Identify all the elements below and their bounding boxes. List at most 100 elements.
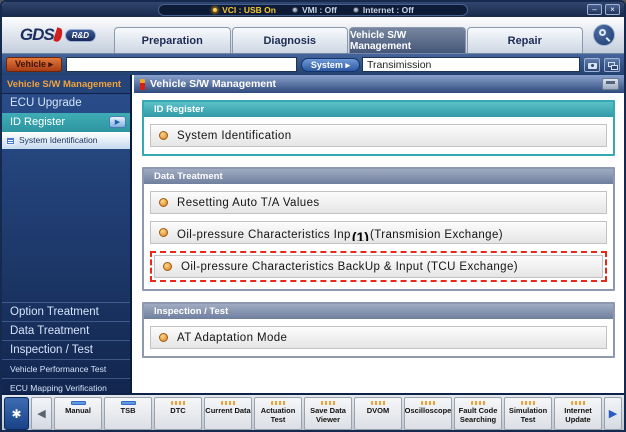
- vci-status-led-icon: [212, 7, 218, 13]
- close-button[interactable]: ×: [605, 4, 620, 15]
- vmi-status-led-icon: [292, 7, 298, 13]
- window-layout-button[interactable]: [604, 58, 620, 72]
- prev-arrow-icon: ◀: [37, 407, 45, 420]
- sidebar-item-vehicle-performance-test[interactable]: Vehicle Performance Test: [2, 359, 130, 378]
- toolbar-button-manual[interactable]: Manual: [54, 397, 102, 430]
- star-icon: ✱: [11, 407, 21, 421]
- vci-status: VCI : USB On: [212, 5, 276, 15]
- menu-item-oil-pressure-input-transmission-exchange[interactable]: Oil-pressure Characteristics Inp(1)(Tran…: [150, 221, 607, 244]
- dtc-icon: [171, 401, 186, 405]
- toolbar-button-dtc[interactable]: DTC: [154, 397, 202, 430]
- app-window: VCI : USB On VMI : Off Internet : Off – …: [0, 0, 626, 432]
- vehicle-system-bar: Vehicle ▸ System ▸ Transimission: [2, 54, 624, 75]
- document-icon: [6, 137, 15, 145]
- vci-status-label: VCI : USB On: [222, 5, 276, 15]
- search-area: [584, 17, 624, 53]
- bullet-icon: [159, 333, 168, 342]
- bullet-icon: [163, 262, 172, 271]
- sidebar: Vehicle S/W Management ECU Upgrade ID Re…: [2, 75, 132, 397]
- toolbar-button-current-data[interactable]: Current Data: [204, 397, 252, 430]
- menu-item-oil-pressure-backup-input-tcu-exchange[interactable]: Oil-pressure Characteristics BackUp & In…: [154, 255, 603, 278]
- menu-item-resetting-auto-ta-values[interactable]: Resetting Auto T/A Values: [150, 191, 607, 214]
- internet-update-icon: [571, 401, 586, 405]
- section-header: Inspection / Test: [144, 304, 613, 319]
- chevron-right-icon: ▸: [49, 59, 54, 69]
- tab-preparation[interactable]: Preparation: [114, 27, 231, 53]
- sidebar-bottom-group: Option Treatment Data Treatment Inspecti…: [2, 302, 130, 397]
- toolbar-button-actuation-test[interactable]: Actuation Test: [254, 397, 302, 430]
- function-toolbar: ✱ ◀ Manual TSB DTC Current Data Actuatio…: [2, 393, 624, 430]
- tab-diagnosis[interactable]: Diagnosis: [232, 27, 349, 53]
- content-title-bar: Vehicle S/W Management: [134, 75, 625, 93]
- section-id-register: ID Register System Identification: [142, 100, 615, 156]
- logo-swoosh-icon: [53, 27, 64, 42]
- actuation-test-icon: [271, 401, 286, 405]
- toolbar-button-tsb[interactable]: TSB: [104, 397, 152, 430]
- toolbar-button-save-data-viewer[interactable]: Save Data Viewer: [304, 397, 352, 430]
- main-tabs: Preparation Diagnosis Vehicle S/W Manage…: [114, 27, 584, 53]
- system-value-field[interactable]: Transimission: [362, 57, 580, 72]
- section-header: Data Treatment: [144, 169, 613, 184]
- section-inspection-test: Inspection / Test AT Adaptation Mode: [142, 302, 615, 358]
- system-select-button[interactable]: System ▸: [301, 58, 360, 72]
- tsb-icon: [121, 401, 136, 405]
- current-data-icon: [221, 401, 236, 405]
- tab-vehicle-sw-management[interactable]: Vehicle S/W Management: [349, 27, 466, 53]
- vehicle-value-field[interactable]: [66, 57, 297, 72]
- tab-repair[interactable]: Repair: [467, 27, 584, 53]
- camera-icon: [588, 63, 597, 69]
- toolbar-button-simulation-test[interactable]: Simulation Test: [504, 397, 552, 430]
- search-button[interactable]: [593, 24, 615, 46]
- minimize-button[interactable]: –: [587, 4, 602, 15]
- internet-status: Internet : Off: [353, 5, 414, 15]
- vmi-status-label: VMI : Off: [302, 5, 337, 15]
- toolbar-prev-button[interactable]: ◀: [31, 397, 52, 430]
- callout-annotation: (1): [352, 229, 369, 241]
- page-title: Vehicle S/W Management: [150, 78, 597, 90]
- save-data-viewer-icon: [321, 401, 336, 405]
- title-bar: VCI : USB On VMI : Off Internet : Off – …: [2, 2, 624, 17]
- vmi-status: VMI : Off: [292, 5, 337, 15]
- highlight-dashed-box: Oil-pressure Characteristics BackUp & In…: [150, 251, 607, 282]
- sidebar-item-inspection-test[interactable]: Inspection / Test: [2, 340, 130, 359]
- section-data-treatment: Data Treatment Resetting Auto T/A Values…: [142, 167, 615, 291]
- sidebar-item-system-identification[interactable]: System Identification: [2, 132, 130, 149]
- chevron-right-icon: ▸: [345, 60, 350, 70]
- section-marker-icon: [140, 79, 145, 90]
- vehicle-select-button[interactable]: Vehicle ▸: [6, 57, 62, 72]
- app-logo: GDS R&D: [2, 17, 114, 53]
- menu-sections: ID Register System Identification Data T…: [134, 93, 625, 358]
- sidebar-title: Vehicle S/W Management: [2, 75, 130, 94]
- expand-arrow-icon: ▶: [109, 116, 126, 128]
- toolbar-button-fault-code-searching[interactable]: Fault Code Searching: [454, 397, 502, 430]
- logo-text: GDS: [20, 25, 54, 45]
- sidebar-item-option-treatment[interactable]: Option Treatment: [2, 302, 130, 321]
- toolbar-button-oscilloscope[interactable]: Oscilloscope: [404, 397, 452, 430]
- internet-status-led-icon: [353, 7, 359, 13]
- favorites-button[interactable]: ✱: [4, 397, 29, 430]
- window-controls: – ×: [587, 4, 620, 15]
- toolbar-button-dvom[interactable]: DVOM: [354, 397, 402, 430]
- sidebar-item-id-register[interactable]: ID Register ▶: [2, 113, 130, 132]
- internet-status-label: Internet : Off: [363, 5, 414, 15]
- main-content: Vehicle S/W Management ID Register Syste…: [134, 75, 625, 397]
- dvom-icon: [371, 401, 386, 405]
- bullet-icon: [159, 198, 168, 207]
- bullet-icon: [159, 131, 168, 140]
- menu-item-system-identification[interactable]: System Identification: [150, 124, 607, 147]
- next-arrow-icon: ▶: [609, 407, 617, 420]
- logo-badge: R&D: [65, 29, 96, 42]
- status-pill: VCI : USB On VMI : Off Internet : Off: [158, 4, 468, 16]
- section-header: ID Register: [144, 102, 613, 117]
- sidebar-item-data-treatment[interactable]: Data Treatment: [2, 321, 130, 340]
- oscilloscope-icon: [421, 401, 436, 405]
- screenshot-button[interactable]: [584, 58, 600, 72]
- toolbar-next-button[interactable]: ▶: [604, 397, 622, 430]
- manual-icon: [71, 401, 86, 405]
- sidebar-item-ecu-upgrade[interactable]: ECU Upgrade: [2, 94, 130, 113]
- menu-item-at-adaptation-mode[interactable]: AT Adaptation Mode: [150, 326, 607, 349]
- bullet-icon: [159, 228, 168, 237]
- simulation-test-icon: [521, 401, 536, 405]
- toolbar-button-internet-update[interactable]: Internet Update: [554, 397, 602, 430]
- printer-icon[interactable]: [602, 78, 619, 90]
